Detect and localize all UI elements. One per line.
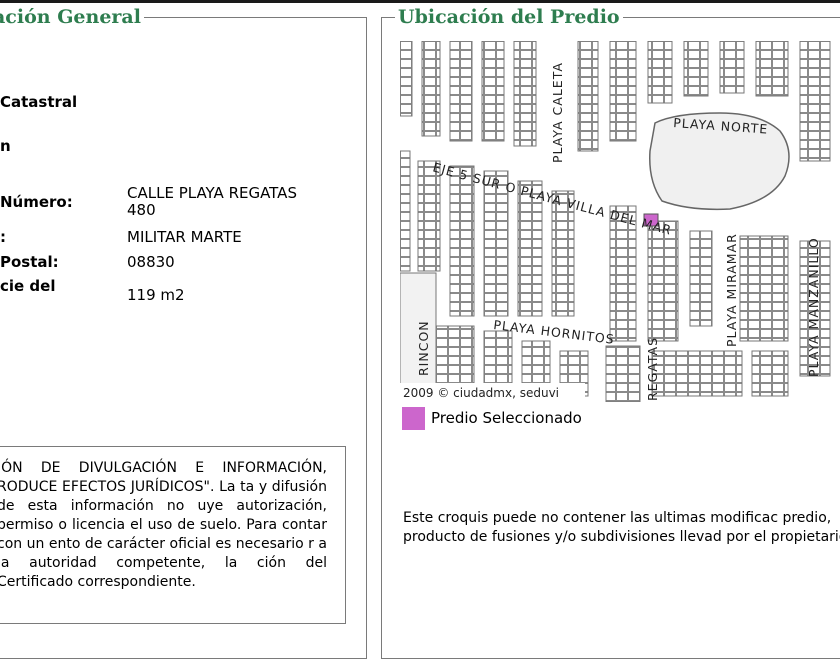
section-label: n bbox=[0, 137, 11, 155]
cadastral-label: Catastral bbox=[0, 93, 78, 111]
top-border bbox=[0, 0, 840, 3]
disclaimer-text: IÓN DE DIVULGACIÓN E INFORMACIÓN, RODUCE… bbox=[0, 460, 327, 590]
location-map[interactable]: PLAYA CALETA PLAYA NORTE EJE 5 SUR O PLA… bbox=[400, 41, 840, 402]
general-info-title: ación General bbox=[0, 6, 144, 28]
disclaimer-box: IÓN DE DIVULGACIÓN E INFORMACIÓN, RODUCE… bbox=[0, 446, 346, 624]
colony-value: MILITAR MARTE bbox=[127, 228, 242, 246]
map-disclaimer: Este croquis puede no contener las ultim… bbox=[403, 510, 840, 545]
street-playa-caleta: PLAYA CALETA bbox=[550, 62, 565, 163]
postal-code-value: 08830 bbox=[127, 253, 175, 271]
location-title: Ubicación del Predio bbox=[395, 6, 623, 28]
surface-label: cie del bbox=[0, 277, 56, 295]
street-rincon: RINCON bbox=[416, 320, 431, 376]
street-number-label: Número: bbox=[0, 193, 73, 211]
map-canvas: PLAYA CALETA PLAYA NORTE EJE 5 SUR O PLA… bbox=[400, 41, 831, 402]
surface-value: 119 m2 bbox=[127, 286, 185, 304]
legend-label: Predio Seleccionado bbox=[431, 409, 582, 427]
colony-label: : bbox=[0, 228, 6, 246]
street-number-value: CALLE PLAYA REGATAS 480 bbox=[127, 184, 297, 219]
street-regatas: REGATAS bbox=[645, 337, 660, 401]
map-copyright: 2009 © ciudadmx, seduvi bbox=[403, 386, 559, 400]
selected-lot-swatch bbox=[402, 407, 425, 430]
postal-code-label: Postal: bbox=[0, 253, 59, 271]
street-playa-miramar: PLAYA MIRAMAR bbox=[724, 233, 739, 347]
street-playa-manzanillo: PLAYA MANZANILLO bbox=[806, 237, 821, 377]
